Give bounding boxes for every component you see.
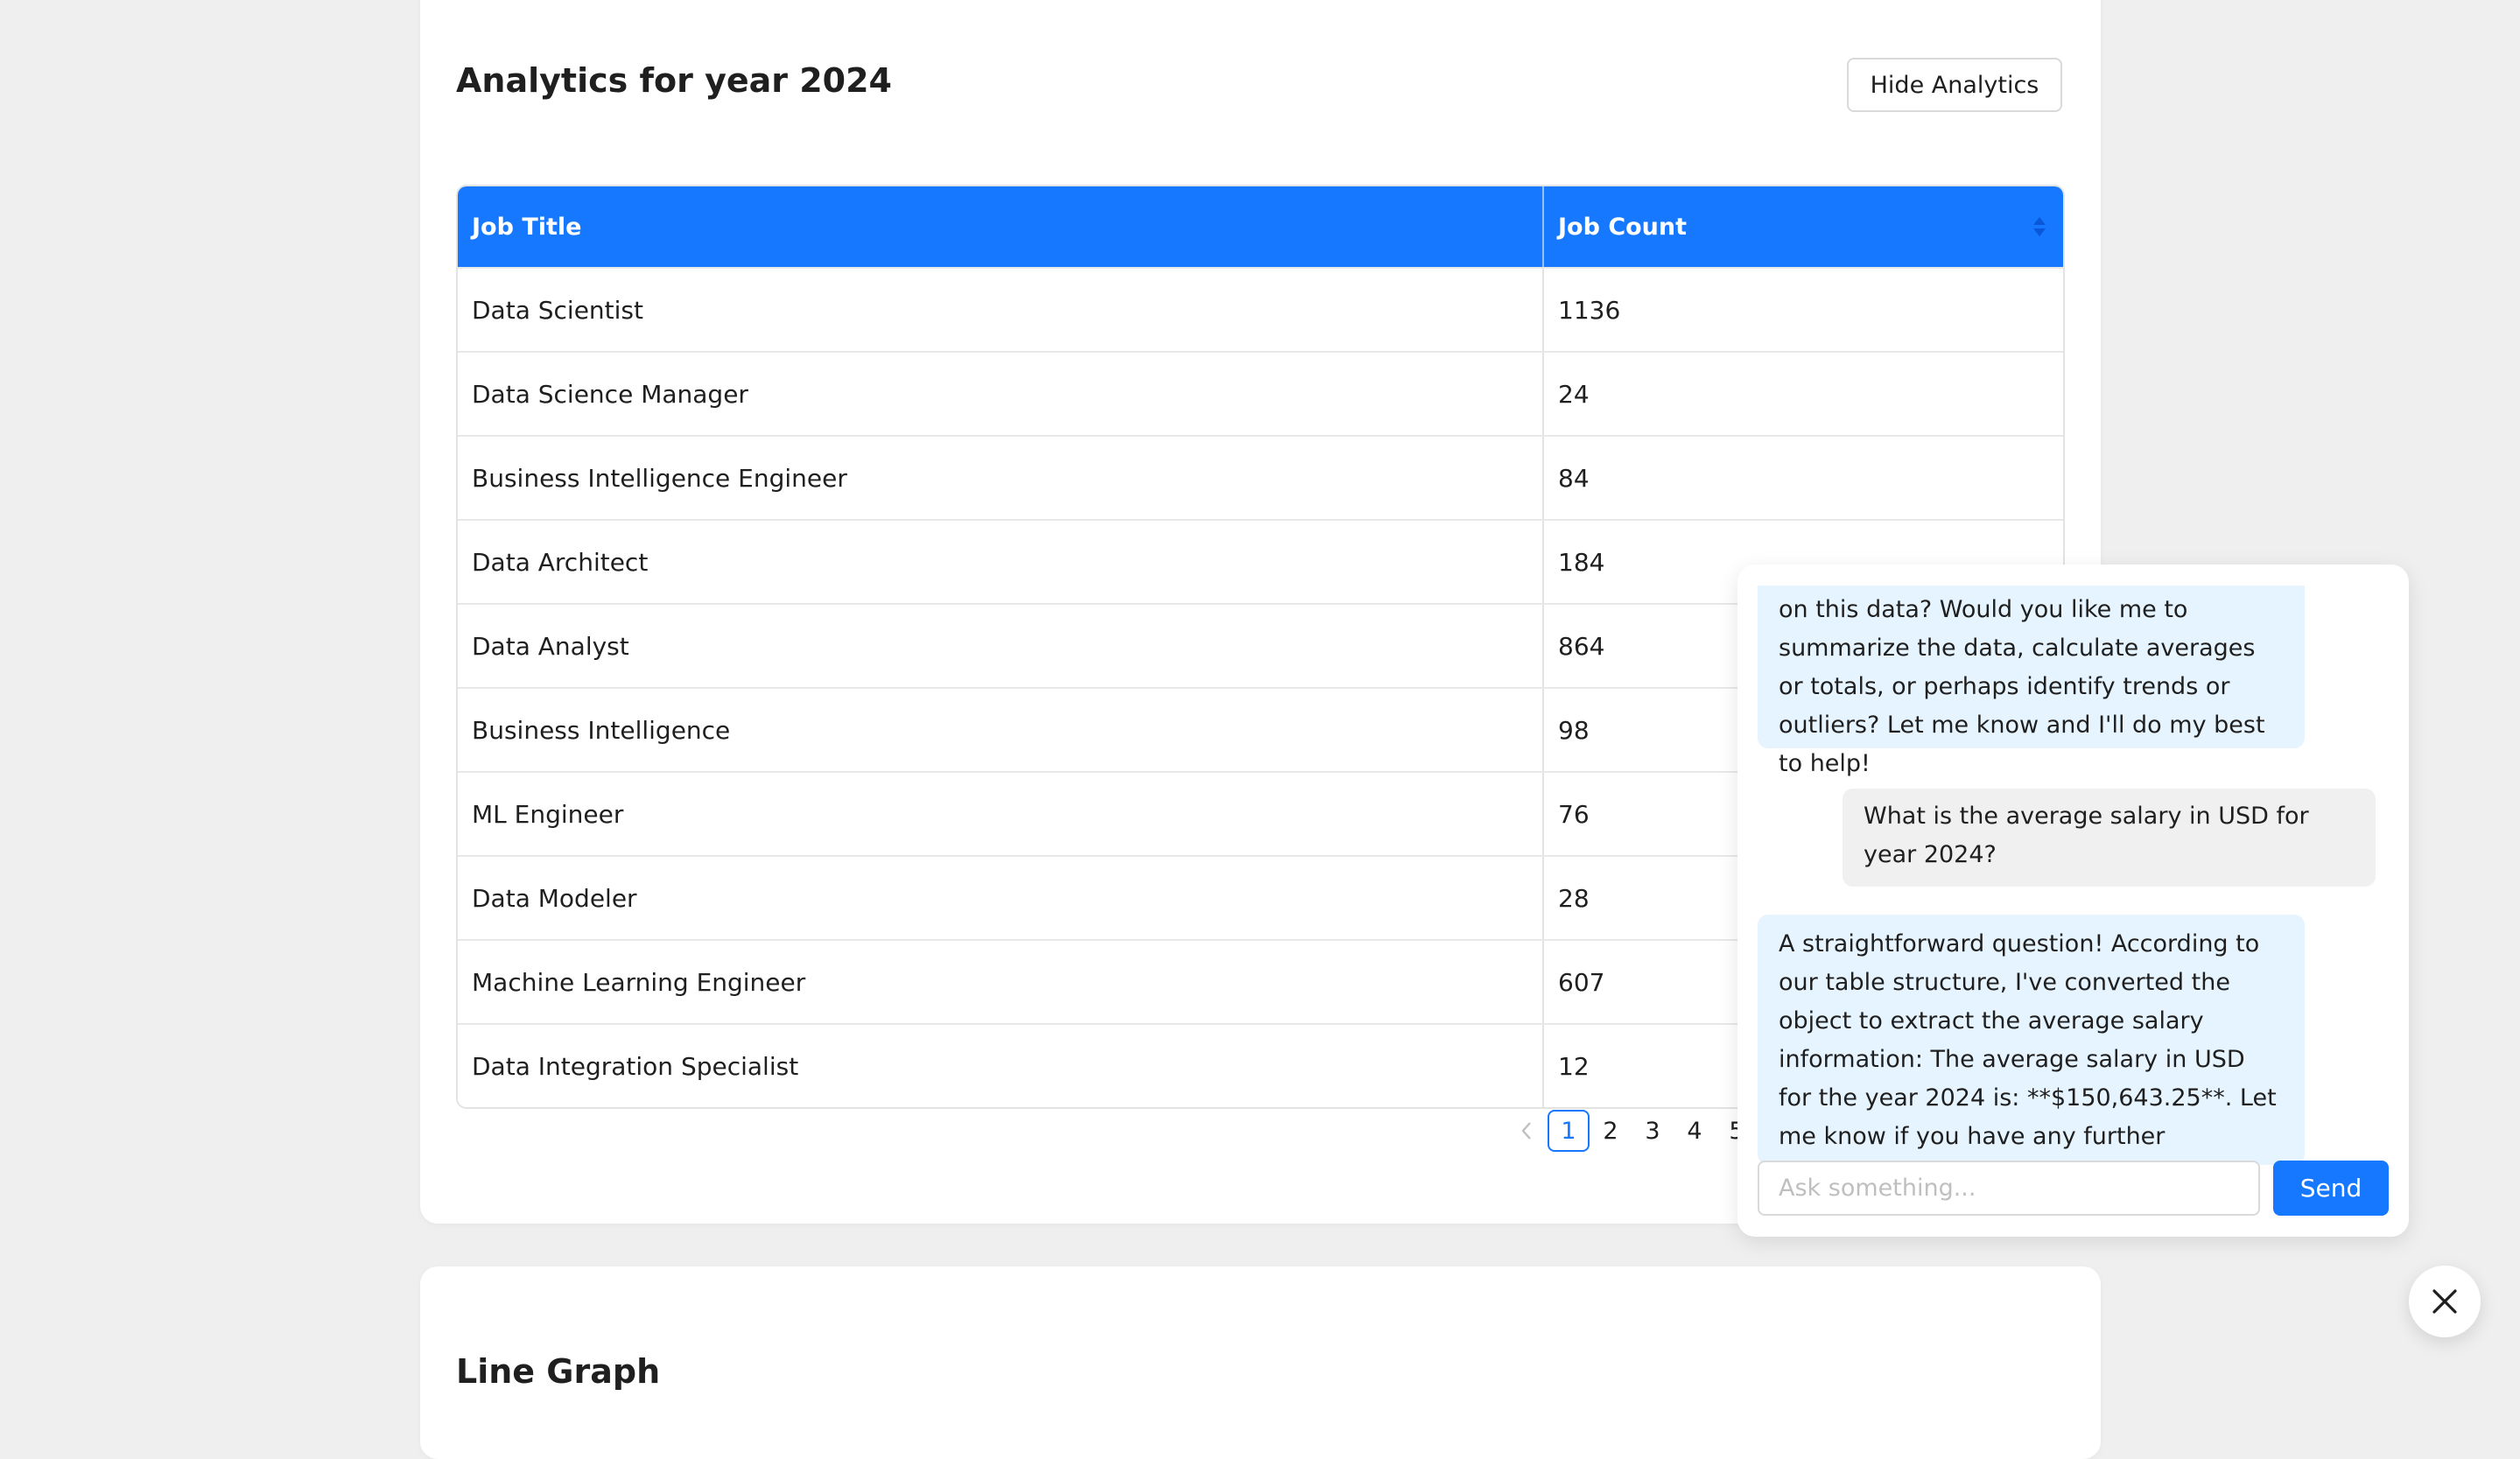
table-header: Job Title Job Count [458, 186, 2063, 267]
line-graph-card: Line Graph [420, 1266, 2101, 1459]
close-icon [2432, 1289, 2457, 1314]
cell-job-title: Data Scientist [458, 269, 1544, 351]
cell-job-title: Business Intelligence Engineer [458, 437, 1544, 519]
table-row: Data Scientist 1136 [458, 267, 2063, 351]
cell-job-count: 84 [1544, 437, 2063, 519]
chat-messages[interactable]: on this data? Would you like me to summa… [1737, 586, 2409, 1193]
pagination-page-2[interactable]: 2 [1590, 1110, 1632, 1152]
cell-job-title: Business Intelligence [458, 689, 1544, 771]
pagination-page-3[interactable]: 3 [1632, 1110, 1674, 1152]
hide-analytics-button[interactable]: Hide Analytics [1847, 58, 2062, 112]
cell-job-count: 1136 [1544, 269, 2063, 351]
pagination-prev-button[interactable] [1506, 1110, 1548, 1152]
sort-down-icon [2033, 228, 2046, 236]
cell-job-title: Data Integration Specialist [458, 1025, 1544, 1107]
chevron-left-icon [1521, 1122, 1531, 1140]
cell-job-title: Machine Learning Engineer [458, 941, 1544, 1023]
user-message: What is the average salary in USD for ye… [1843, 789, 2376, 887]
close-chat-button[interactable] [2409, 1266, 2481, 1337]
cell-job-title: Data Architect [458, 521, 1544, 603]
table-row: Data Science Manager 24 [458, 351, 2063, 435]
cell-job-title: Data Modeler [458, 857, 1544, 939]
assistant-message: on this data? Would you like me to summa… [1758, 586, 2305, 777]
column-header-job-count[interactable]: Job Count [1544, 186, 2063, 267]
cell-job-count: 24 [1544, 353, 2063, 435]
line-graph-title: Line Graph [456, 1352, 661, 1391]
sort-up-icon [2033, 217, 2046, 225]
chat-input[interactable] [1758, 1161, 2260, 1216]
assistant-message: A straightforward question! According to… [1758, 915, 2305, 1189]
analytics-title: Analytics for year 2024 [456, 61, 892, 100]
table-row: Business Intelligence Engineer 84 [458, 435, 2063, 519]
column-header-job-count-label: Job Count [1558, 213, 1688, 241]
cell-job-title: Data Analyst [458, 605, 1544, 687]
chat-panel: on this data? Would you like me to summa… [1737, 565, 2409, 1237]
send-button[interactable]: Send [2273, 1161, 2389, 1216]
pagination-page-4[interactable]: 4 [1674, 1110, 1716, 1152]
sort-toggle[interactable] [2033, 217, 2046, 236]
column-header-job-title: Job Title [458, 186, 1544, 267]
cell-job-title: Data Science Manager [458, 353, 1544, 435]
cell-job-title: ML Engineer [458, 773, 1544, 855]
pagination: 1 2 3 4 5 [1506, 1109, 1758, 1153]
pagination-page-1[interactable]: 1 [1548, 1110, 1590, 1152]
